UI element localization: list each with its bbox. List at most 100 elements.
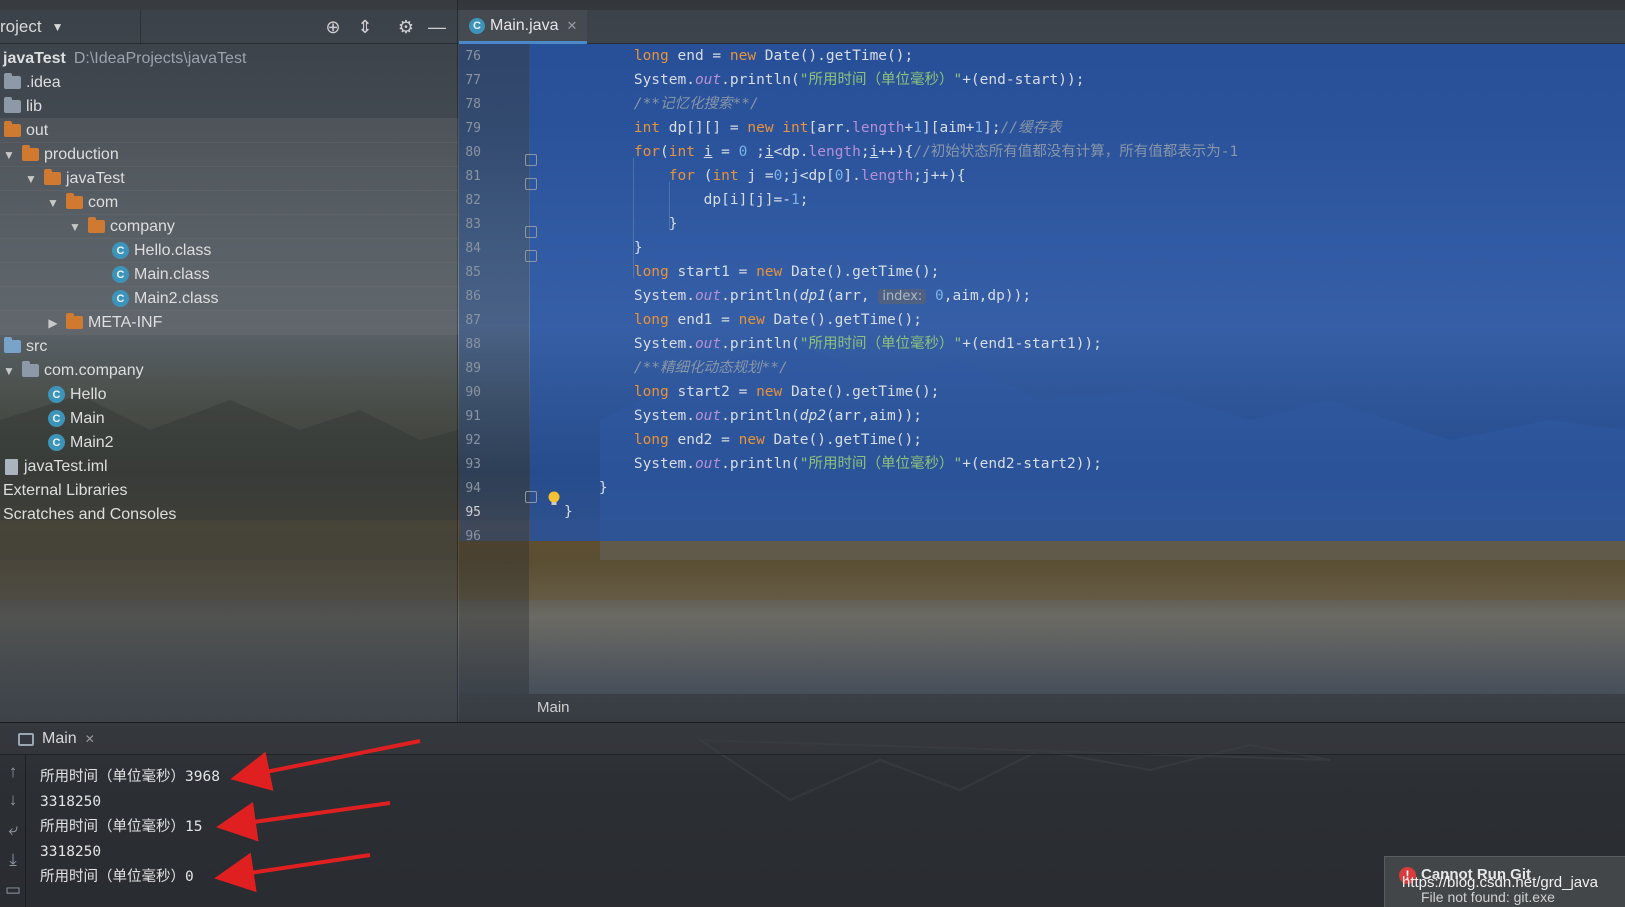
code-line-95: } (564, 504, 573, 520)
tree-item-company[interactable]: ▼ company (0, 214, 458, 239)
gear-icon[interactable]: ⚙ (395, 16, 417, 38)
run-toolbar: ↑ ↓ ⤶ ⤓ ▭ (0, 755, 26, 907)
fold-marker-icon[interactable] (525, 491, 537, 503)
tree-item-hello[interactable]: C Hello (0, 382, 458, 407)
project-view-selector[interactable]: roject (0, 17, 42, 37)
line-number: 89 (465, 361, 481, 376)
soft-wrap-icon[interactable]: ⤶ (2, 819, 24, 841)
tab-run-main[interactable]: Main ✕ (18, 723, 95, 755)
arrow-down-icon[interactable]: ↓ (2, 789, 24, 811)
line-number: 76 (465, 49, 481, 64)
tree-item-main2-class[interactable]: C Main2.class (0, 286, 458, 311)
expand-arrow-icon[interactable]: ▼ (24, 172, 38, 186)
folder-icon (4, 73, 21, 89)
fold-marker-icon[interactable] (525, 250, 537, 262)
code-line-85: long start1 = new Date().getTime(); (633, 264, 940, 280)
chevron-down-icon[interactable]: ▼ (52, 20, 64, 34)
tree-item-main[interactable]: C Main (0, 406, 458, 431)
fold-marker-icon[interactable] (525, 154, 537, 166)
tree-item-scratches[interactable]: Scratches and Consoles (0, 502, 458, 527)
line-number: 95 (465, 505, 481, 520)
console-output-line: 3318250 (40, 844, 102, 860)
scroll-to-end-icon[interactable]: ⤓ (2, 849, 24, 871)
line-number: 83 (465, 217, 481, 232)
code-line-83: } (564, 216, 678, 232)
code-line-79: int dp[][] = new int[arr.length+1][aim+1… (633, 120, 1062, 136)
tree-item-src[interactable]: src (0, 334, 458, 359)
code-line-90: long start2 = new Date().getTime(); (633, 384, 940, 400)
code-line-93: System.out.println("所用时间（单位毫秒）"+(end2-st… (564, 456, 1102, 472)
lightbulb-icon[interactable] (547, 491, 561, 507)
expand-arrow-icon[interactable]: ▼ (2, 148, 16, 162)
tree-item-com[interactable]: ▼ com (0, 190, 458, 215)
breadcrumb[interactable]: Main (459, 694, 1625, 722)
tree-item-out[interactable]: out (0, 118, 458, 143)
close-icon[interactable]: ✕ (85, 732, 95, 746)
tree-item-main2[interactable]: C Main2 (0, 430, 458, 455)
console-output-line: 所用时间（单位毫秒）15 (40, 819, 203, 835)
tree-root-javaTest[interactable]: javaTest D:\IdeaProjects\javaTest (0, 46, 458, 71)
tree-item-iml[interactable]: javaTest.iml (0, 454, 458, 479)
minimize-icon[interactable]: — (426, 16, 448, 38)
code-line-77: System.out.println("所用时间（单位毫秒）"+(end-sta… (564, 72, 1085, 88)
tree-item-label: Scratches and Consoles (3, 505, 177, 523)
line-number: 84 (465, 241, 481, 256)
tree-item-meta-inf[interactable]: ▶ META-INF (0, 310, 458, 335)
code-line-81: for (int j =0;j<dp[0].length;j++){ (668, 168, 966, 184)
class-icon: C (112, 242, 129, 259)
class-icon: C (48, 434, 65, 451)
arrow-up-icon[interactable]: ↑ (2, 761, 24, 783)
tree-item-idea[interactable]: .idea (0, 70, 458, 95)
tree-item-label: production (44, 145, 119, 163)
tree-root-path: D:\IdeaProjects\javaTest (73, 49, 247, 67)
tree-item-label: Main2.class (134, 289, 219, 307)
tree-item-lib[interactable]: lib (0, 94, 458, 119)
tree-item-label: Hello (70, 385, 107, 403)
run-tab-label: Main (42, 730, 77, 747)
line-number: 85 (465, 265, 481, 280)
collapse-all-icon[interactable]: ⇕ (354, 16, 376, 38)
code-line-76: long end = new Date().getTime(); (633, 48, 914, 64)
class-icon: C (48, 386, 65, 403)
code-line-88: System.out.println("所用时间（单位毫秒）"+(end1-st… (564, 336, 1102, 352)
tree-item-label: src (26, 337, 48, 355)
tree-root-label: javaTest (3, 49, 66, 67)
tree-item-external-libraries[interactable]: External Libraries (0, 478, 458, 503)
tree-item-javaTest[interactable]: ▼ javaTest (0, 166, 458, 191)
close-icon[interactable]: ✕ (566, 18, 577, 34)
tree-item-label: External Libraries (3, 481, 128, 499)
run-tool-window: Main ✕ ↑ ↓ ⤶ ⤓ ▭ 所用时间（单位毫秒）3968 3318250 … (0, 722, 1625, 907)
run-tab-bar: Main ✕ (0, 723, 1625, 755)
line-number: 91 (465, 409, 481, 424)
line-number: 77 (465, 73, 481, 88)
tree-item-production[interactable]: ▼ production (0, 142, 458, 167)
tree-item-label: .idea (26, 73, 61, 91)
tab-main-java[interactable]: C Main.java ✕ (459, 10, 587, 44)
fold-marker-icon[interactable] (525, 178, 537, 190)
editor-tab-bar: C Main.java ✕ (459, 10, 1625, 44)
expand-arrow-icon[interactable]: ▼ (68, 220, 82, 234)
line-number: 81 (465, 169, 481, 184)
breadcrumb-class[interactable]: Main (537, 699, 570, 716)
collapse-arrow-icon[interactable]: ▶ (46, 316, 60, 330)
tree-item-com-company[interactable]: ▼ com.company (0, 358, 458, 383)
line-number: 79 (465, 121, 481, 136)
console-output-line: 所用时间（单位毫秒）3968 (40, 769, 220, 785)
fold-marker-icon[interactable] (525, 226, 537, 238)
tab-label: Main.java (490, 16, 559, 34)
code-line-80: for(int i = 0 ;i<dp.length;i++){//初始状态所有… (633, 144, 1239, 160)
expand-arrow-icon[interactable]: ▼ (46, 196, 60, 210)
line-number: 82 (465, 193, 481, 208)
expand-arrow-icon[interactable]: ▼ (2, 364, 16, 378)
code-line-78: /**记忆化搜索**/ (633, 96, 759, 112)
class-icon: C (112, 290, 129, 307)
tree-item-hello-class[interactable]: C Hello.class (0, 238, 458, 263)
tree-item-main-class[interactable]: C Main.class (0, 262, 458, 287)
tree-item-label: Main.class (134, 265, 210, 283)
folder-icon (66, 193, 83, 209)
parameter-hint: index: (878, 289, 927, 304)
code-editor[interactable]: long end = new Date().getTime(); System.… (529, 44, 1625, 694)
print-icon[interactable]: ▭ (2, 879, 24, 901)
crosshair-icon[interactable]: ⊕ (322, 16, 344, 38)
code-line-91: System.out.println(dp2(arr,aim)); (564, 408, 922, 424)
